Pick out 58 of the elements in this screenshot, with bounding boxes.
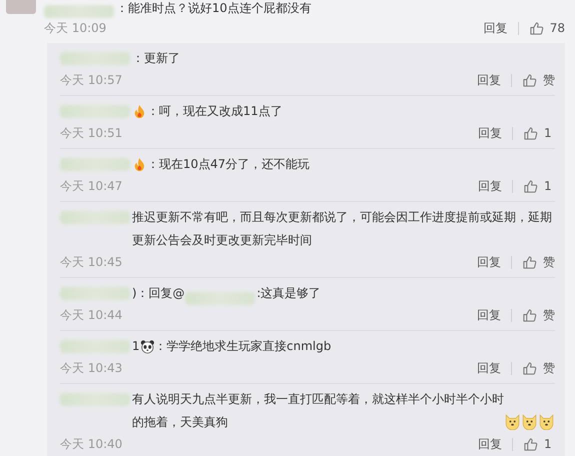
reply-link[interactable]: 回复 [484, 20, 508, 36]
comment-text: ：更新了 [132, 50, 180, 67]
reply-link[interactable]: 回复 [477, 360, 501, 376]
like-button[interactable]: 赞 [522, 306, 555, 324]
blurred-username [60, 211, 130, 224]
comment-text: ：现在10点47分了，还不能玩 [147, 156, 310, 173]
thumbs-up-icon [522, 254, 537, 270]
blurred-username [60, 393, 130, 406]
like-button[interactable]: 赞 [522, 72, 555, 88]
timestamp: 今天 10:09 [44, 20, 106, 36]
dog-emoji-icon [538, 413, 555, 430]
blurred-username [44, 5, 114, 18]
comment-text: 1 [132, 338, 140, 355]
timestamp: 今天 10:47 [60, 178, 122, 194]
comment-text: ：学学绝地求生玩家直接cnmlgb [154, 338, 332, 355]
comment-text: ：能准时点？说好10点连个屁都没有 [116, 0, 312, 16]
thumbs-up-icon [522, 360, 537, 376]
panda-icon [140, 339, 155, 354]
thumbs-up-icon [523, 126, 538, 140]
reply-link[interactable]: 回复 [477, 306, 501, 324]
timestamp: 今天 10:44 [60, 306, 122, 324]
dog-emoji-icon [521, 413, 538, 430]
blurred-username [60, 340, 130, 353]
blurred-username [60, 287, 130, 300]
thumbs-up-icon [522, 72, 537, 88]
comment-text: 推迟更新不常有吧，而且每次更新都说了，可能会因工作进度提前或延期，延期更新公告会及时更改更新完毕时间 [132, 209, 553, 249]
blurred-username [184, 292, 255, 305]
like-button[interactable]: 赞 [522, 360, 555, 376]
reply-link[interactable]: 回复 [477, 72, 501, 88]
thumbs-up-icon [523, 178, 538, 194]
thumbs-up-icon [522, 308, 537, 322]
reply-link[interactable]: 回复 [478, 124, 502, 142]
timestamp: 今天 10:43 [60, 360, 122, 376]
blurred-username [60, 158, 130, 171]
like-button[interactable]: 赞 [522, 254, 555, 270]
blurred-username [60, 52, 130, 65]
thumbs-up-icon [528, 20, 544, 36]
dog-emoji-icon [504, 413, 521, 430]
reply-link[interactable]: 回复 [478, 436, 502, 452]
like-button[interactable]: 1 [523, 126, 555, 140]
timestamp: 今天 10:40 [60, 436, 122, 452]
like-button[interactable]: 1 [523, 436, 555, 452]
comment-text: 有人说明天九点半更新，我一直打匹配等着，就这样半个小时半个小时的拖着，天美真狗 [132, 391, 504, 431]
comment-text: ：呵，现在又改成11点了 [147, 103, 282, 120]
comment-text: :这真是够了 [256, 285, 321, 302]
timestamp: 今天 10:57 [60, 72, 122, 88]
timestamp: 今天 10:51 [60, 124, 122, 142]
comment-text: )：回复@ [132, 285, 185, 302]
blurred-username [60, 105, 130, 118]
thumbs-up-icon [523, 436, 538, 452]
fire-badge-icon [132, 104, 147, 119]
like-button[interactable]: 1 [523, 178, 555, 194]
fire-badge-icon [132, 157, 147, 172]
avatar [6, 0, 36, 14]
like-button[interactable]: 78 [528, 20, 565, 36]
reply-link[interactable]: 回复 [478, 178, 502, 194]
timestamp: 今天 10:45 [60, 254, 122, 270]
reply-link[interactable]: 回复 [477, 254, 501, 270]
